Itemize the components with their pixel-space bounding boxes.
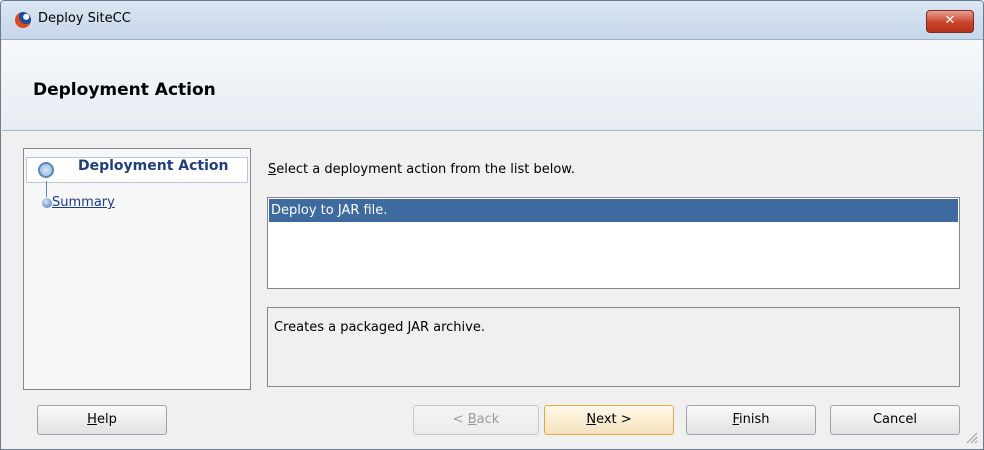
action-list[interactable]: Deploy to JAR file.: [267, 197, 960, 289]
current-step-icon: [38, 162, 54, 178]
instruction-rest: elect a deployment action from the list …: [276, 162, 575, 177]
resize-grip-icon[interactable]: [962, 428, 978, 444]
nav-item-summary[interactable]: Summary: [52, 195, 115, 210]
help-button[interactable]: Help: [37, 405, 167, 435]
cancel-button[interactable]: Cancel: [830, 405, 960, 435]
step-navigation: Deployment Action Summary: [23, 148, 251, 390]
app-logo-icon: [15, 12, 31, 28]
finish-label-rest: inish: [739, 412, 770, 427]
title-bar: Deploy SiteCC ✕: [1, 1, 983, 40]
step-icon: [42, 198, 52, 208]
description-text: Creates a packaged JAR archive.: [274, 320, 485, 335]
help-label-rest: elp: [96, 412, 117, 427]
back-button[interactable]: < Back: [413, 405, 539, 435]
action-description: Creates a packaged JAR archive.: [267, 307, 960, 387]
instruction-text: Select a deployment action from the list…: [268, 162, 575, 177]
step-connector: [46, 181, 47, 197]
finish-button[interactable]: Finish: [686, 405, 816, 435]
nav-label-deployment-action[interactable]: Deployment Action: [78, 158, 229, 174]
list-item-deploy-jar[interactable]: Deploy to JAR file.: [269, 199, 958, 222]
close-button[interactable]: ✕: [926, 10, 974, 33]
page-title: Deployment Action: [33, 80, 216, 100]
back-label-rest: ack: [476, 412, 500, 427]
next-button[interactable]: Next >: [544, 405, 674, 435]
next-label-rest: ext >: [596, 412, 632, 427]
window-title: Deploy SiteCC: [38, 11, 131, 26]
